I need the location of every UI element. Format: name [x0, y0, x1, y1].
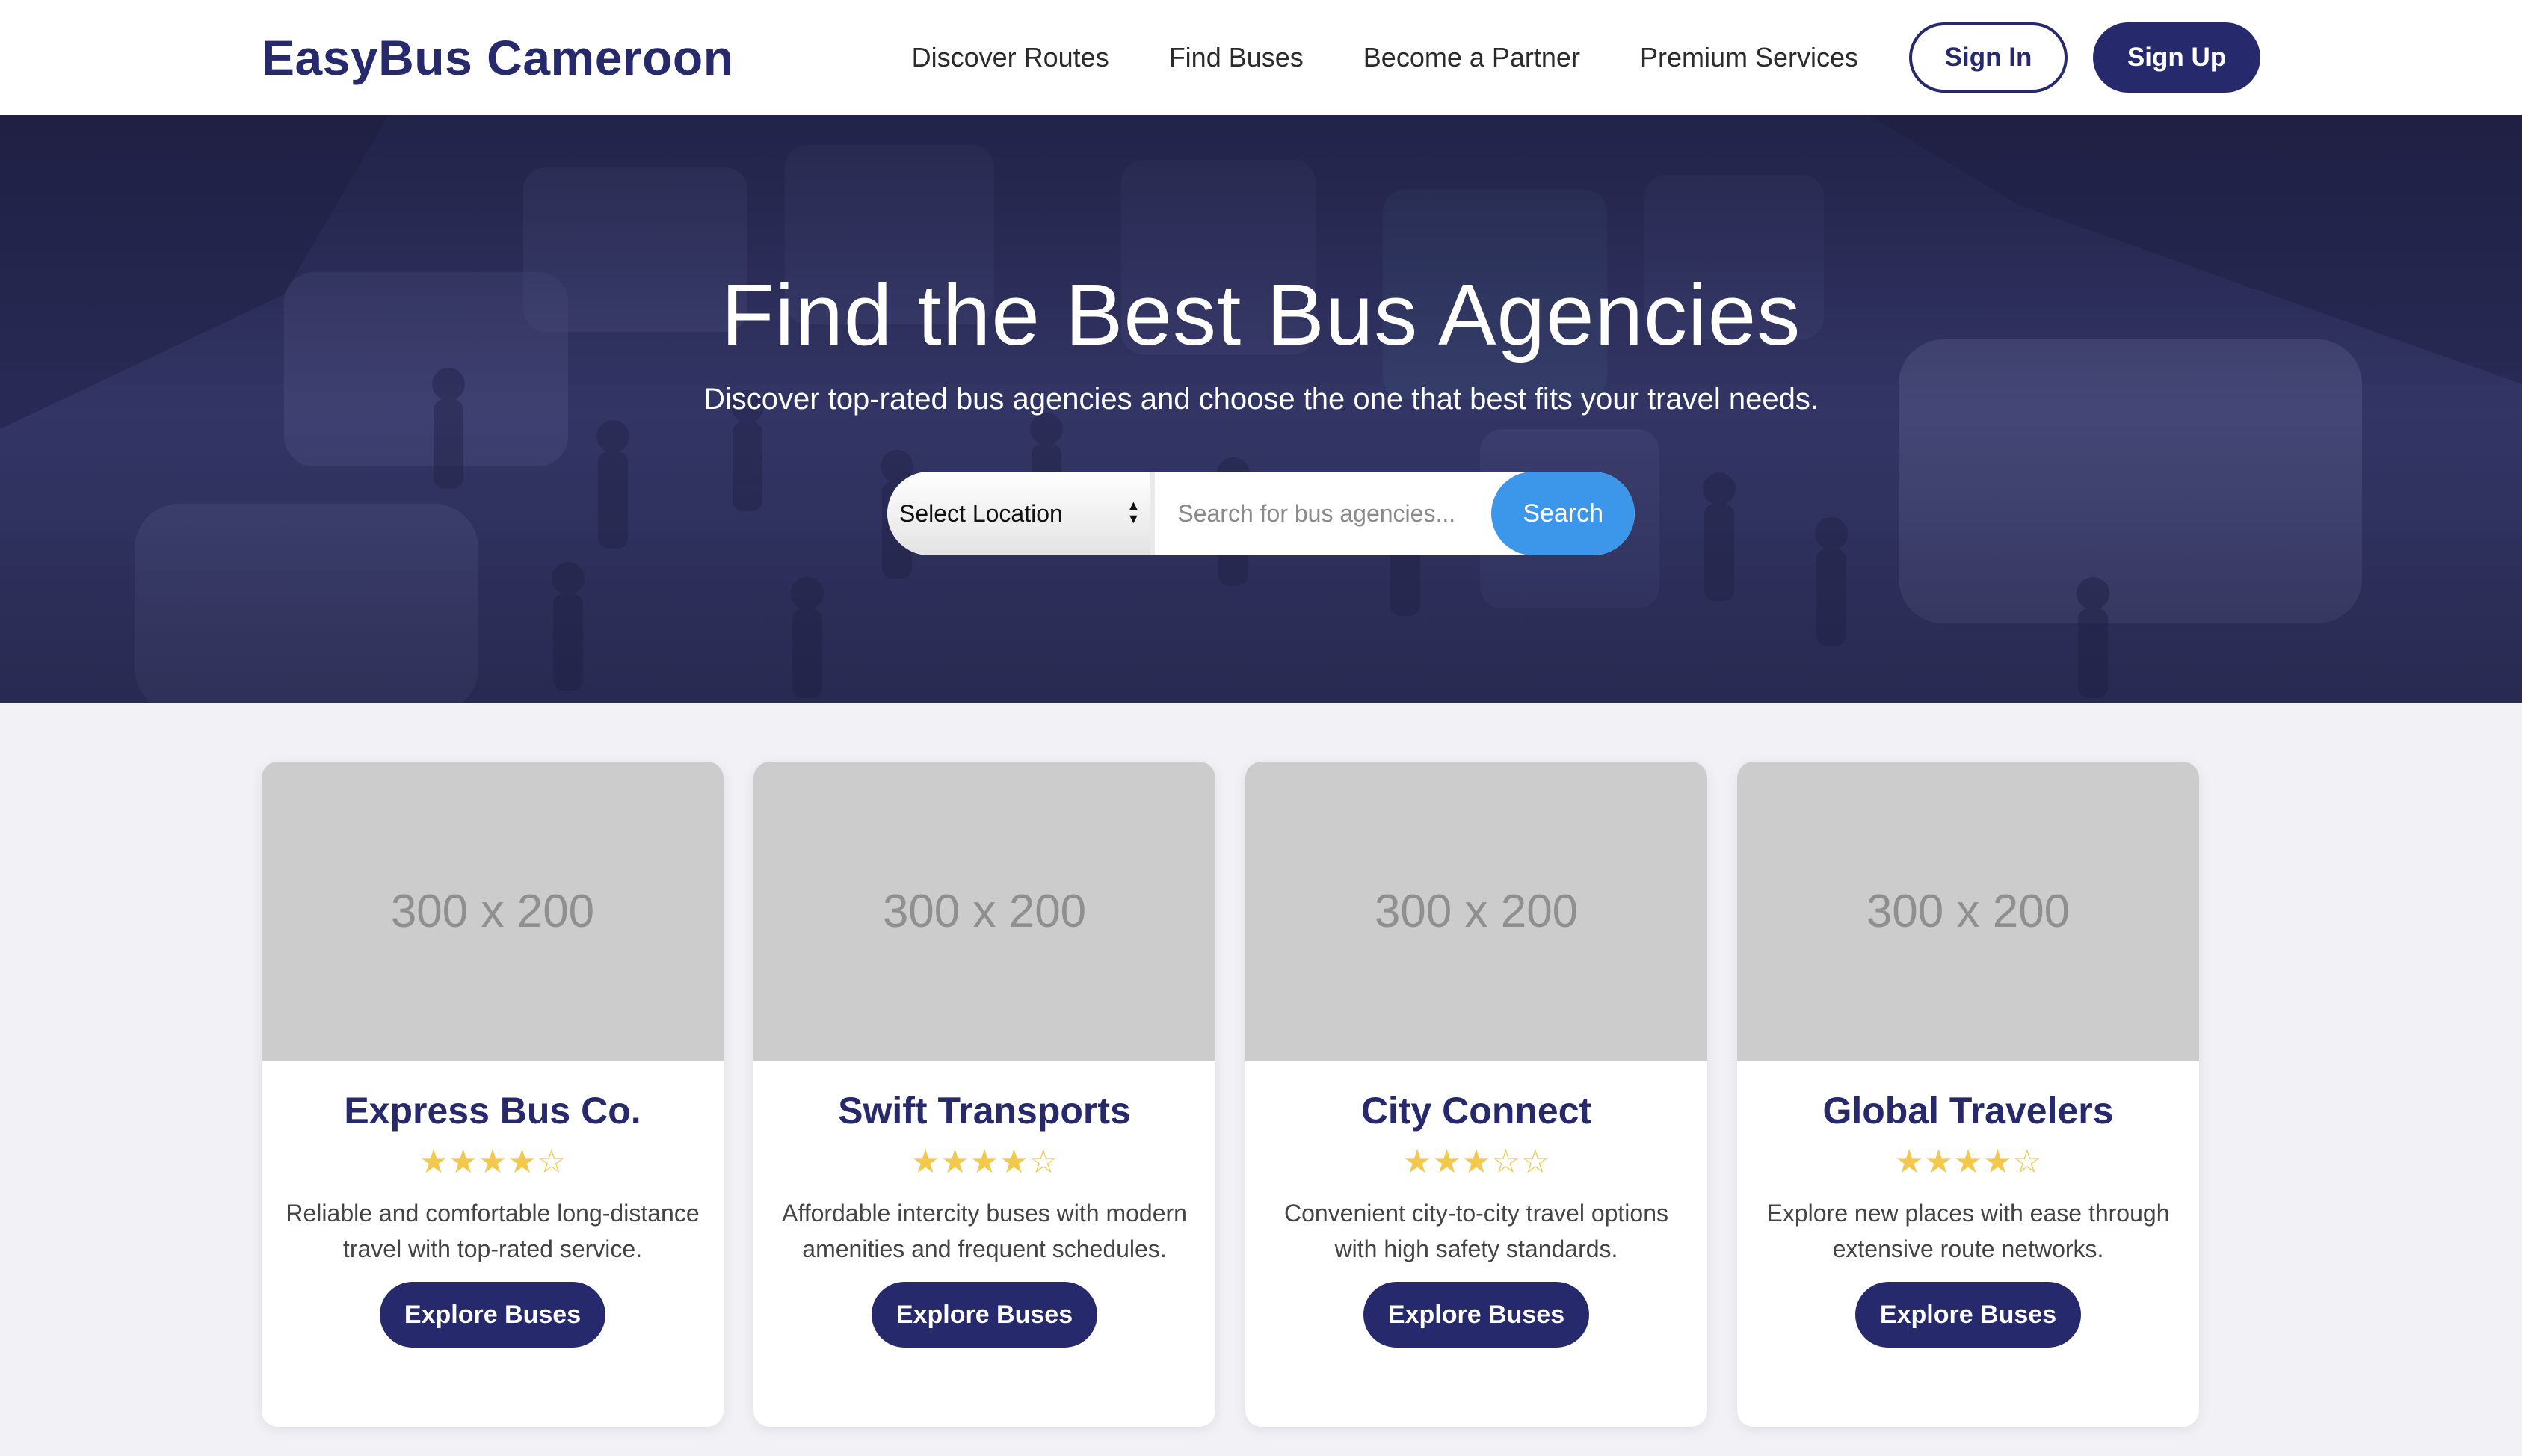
card-description: Convenient city-to-city travel options w…	[1284, 1200, 1668, 1262]
auth-buttons: Sign In Sign Up	[1909, 22, 2260, 93]
search-input[interactable]	[1155, 472, 1492, 555]
card-title: Global Travelers	[1822, 1090, 2114, 1132]
sign-up-button[interactable]: Sign Up	[2093, 22, 2260, 93]
card-description: Affordable intercity buses with modern a…	[782, 1200, 1187, 1262]
hero-section: Find the Best Bus Agencies Discover top-…	[0, 115, 2522, 703]
nav-link-discover-routes[interactable]: Discover Routes	[912, 42, 1109, 73]
star-icon: ★★★★☆	[910, 1144, 1058, 1180]
explore-buses-button[interactable]: Explore Buses	[1363, 1282, 1589, 1348]
card-title: Express Bus Co.	[344, 1090, 641, 1132]
nav-link-find-buses[interactable]: Find Buses	[1169, 42, 1304, 73]
agency-card: 300 x 200 Global Travelers ★★★★☆ Explore…	[1737, 762, 2199, 1427]
card-description: Explore new places with ease through ext…	[1766, 1200, 2170, 1262]
search-button[interactable]: Search	[1491, 472, 1635, 555]
nav-link-premium-services[interactable]: Premium Services	[1640, 42, 1858, 73]
star-rating: ★★★☆☆	[1402, 1143, 1550, 1182]
top-navbar: EasyBus Cameroon Discover Routes Find Bu…	[0, 0, 2522, 115]
star-icon: ★★★★☆	[1894, 1144, 2042, 1180]
card-image-placeholder: 300 x 200	[753, 762, 1215, 1061]
location-select-value: Select Location	[899, 499, 1063, 527]
brand-logo[interactable]: EasyBus Cameroon	[262, 29, 734, 86]
explore-buses-button[interactable]: Explore Buses	[872, 1282, 1097, 1348]
agency-cards: 300 x 200 Express Bus Co. ★★★★☆ Reliable…	[262, 762, 2199, 1427]
nav-links: Discover Routes Find Buses Become a Part…	[912, 42, 1858, 73]
star-rating: ★★★★☆	[419, 1143, 566, 1182]
hero-title: Find the Best Bus Agencies	[721, 266, 1801, 363]
agency-card: 300 x 200 City Connect ★★★☆☆ Convenient …	[1245, 762, 1707, 1427]
hero-subtitle: Discover top-rated bus agencies and choo…	[703, 383, 1819, 416]
card-image-placeholder: 300 x 200	[1245, 762, 1707, 1061]
hero-content: Find the Best Bus Agencies Discover top-…	[0, 115, 2522, 703]
agency-card: 300 x 200 Express Bus Co. ★★★★☆ Reliable…	[262, 762, 724, 1427]
explore-buses-button[interactable]: Explore Buses	[1855, 1282, 2081, 1348]
location-select[interactable]: Select Location ▲ ▼	[887, 472, 1156, 555]
updown-arrows-icon: ▲ ▼	[1126, 498, 1141, 526]
nav-link-become-partner[interactable]: Become a Partner	[1363, 42, 1580, 73]
search-bar: Select Location ▲ ▼ Search	[887, 472, 1635, 555]
card-description: Reliable and comfortable long-distance t…	[286, 1200, 700, 1262]
sign-in-button[interactable]: Sign In	[1909, 22, 2068, 93]
card-image-placeholder: 300 x 200	[1737, 762, 2199, 1061]
star-rating: ★★★★☆	[1894, 1143, 2041, 1182]
card-title: Swift Transports	[838, 1090, 1131, 1132]
star-icon: ★★★☆☆	[1402, 1144, 1550, 1180]
explore-buses-button[interactable]: Explore Buses	[380, 1282, 605, 1348]
card-title: City Connect	[1360, 1090, 1592, 1132]
card-image-placeholder: 300 x 200	[262, 762, 724, 1061]
star-rating: ★★★★☆	[910, 1143, 1058, 1182]
star-icon: ★★★★☆	[419, 1144, 567, 1180]
agency-card: 300 x 200 Swift Transports ★★★★☆ Afforda…	[753, 762, 1215, 1427]
